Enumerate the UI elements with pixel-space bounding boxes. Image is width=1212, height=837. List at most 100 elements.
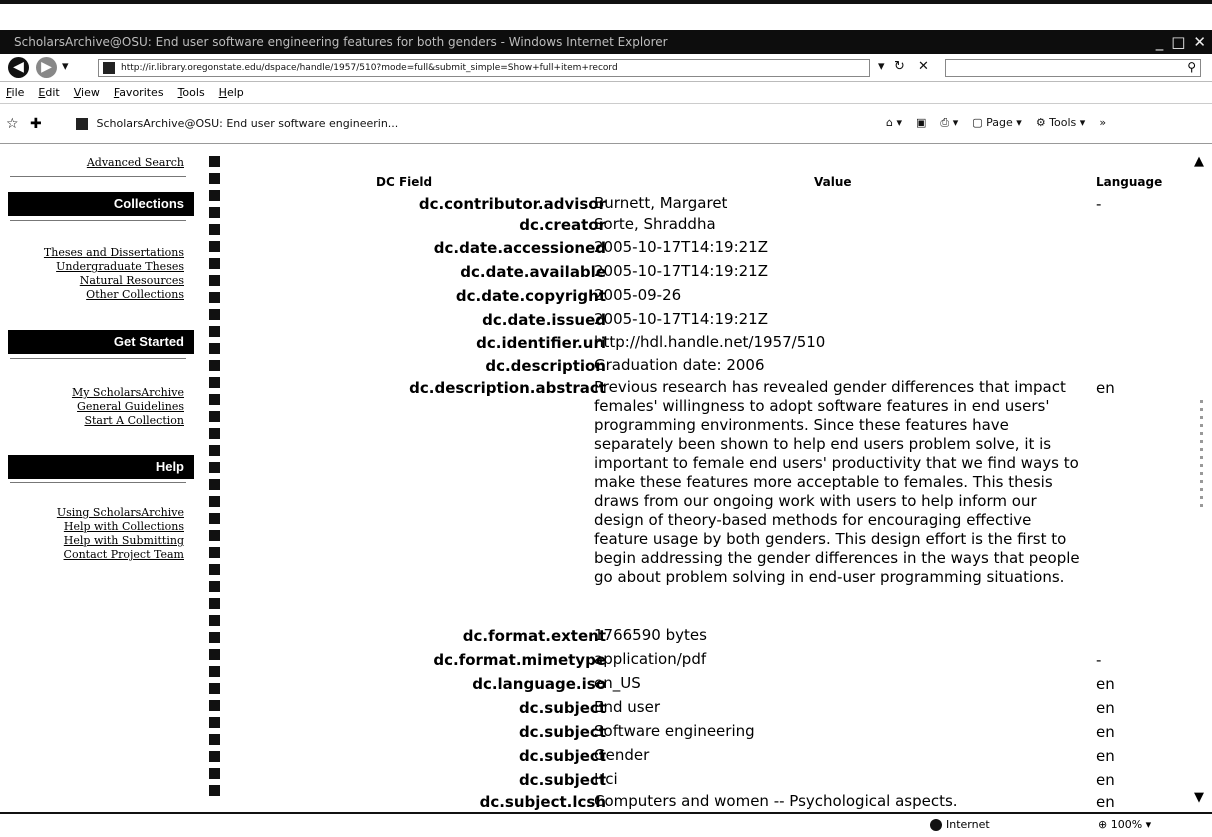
field-language: en [1096, 379, 1115, 397]
minimize-icon[interactable]: _ [1156, 30, 1164, 54]
page-menu-label: Page [986, 116, 1013, 129]
scroll-track[interactable] [1200, 400, 1203, 510]
field-name: dc.creator [519, 216, 606, 234]
square-bullet-icon [209, 700, 220, 711]
square-bullet-icon [209, 275, 220, 286]
sidebar-item-natural-resources[interactable]: Natural Resources [80, 274, 184, 287]
print-icon[interactable]: ⎙ ▾ [940, 116, 958, 130]
refresh-icon[interactable]: ↻ [894, 59, 905, 74]
square-bullet-icon [209, 445, 220, 456]
dotted-divider [206, 152, 222, 812]
sidebar-item-contact[interactable]: Contact Project Team [64, 548, 184, 561]
square-bullet-icon [209, 326, 220, 337]
feeds-icon[interactable]: ▣ [916, 116, 926, 130]
square-bullet-icon [209, 309, 220, 320]
add-favorite-icon[interactable]: ✚ [30, 116, 42, 132]
square-bullet-icon [209, 411, 220, 422]
column-header-language: Language [1096, 175, 1163, 189]
field-name: dc.format.mimetype [433, 651, 606, 669]
globe-icon [930, 819, 942, 831]
square-bullet-icon [209, 190, 220, 201]
field-value: Software engineering [594, 722, 755, 740]
sidebar-item-help-collections[interactable]: Help with Collections [64, 520, 184, 533]
sidebar-item-start-collection[interactable]: Start A Collection [84, 414, 184, 427]
stop-icon[interactable]: ✕ [918, 59, 929, 74]
menu-tools[interactable]: Tools [178, 82, 205, 103]
sidebar-item-using[interactable]: Using ScholarsArchive [57, 506, 184, 519]
field-language: en [1096, 699, 1115, 717]
window-titlebar: ScholarsArchive@OSU: End user software e… [0, 30, 1212, 54]
square-bullet-icon [209, 683, 220, 694]
sidebar-item-other-collections[interactable]: Other Collections [86, 288, 184, 301]
zoom-value: 100% [1110, 818, 1143, 831]
square-bullet-icon [209, 224, 220, 235]
field-name: dc.contributor.advisor [418, 195, 606, 213]
zone-label: Internet [946, 818, 990, 831]
forward-icon[interactable]: ▶ [36, 57, 57, 78]
square-bullet-icon [209, 394, 220, 405]
address-bar[interactable]: http://ir.library.oregonstate.edu/dspace… [98, 59, 870, 77]
back-icon[interactable]: ◀ [8, 57, 29, 78]
page-menu[interactable]: ▢ Page ▾ [972, 116, 1022, 130]
close-icon[interactable]: ✕ [1193, 30, 1206, 54]
field-value: Graduation date: 2006 [594, 356, 765, 374]
tab-current[interactable]: ScholarsArchive@OSU: End user software e… [76, 117, 398, 130]
home-icon[interactable]: ⌂ ▾ [886, 116, 902, 130]
tools-menu-label: Tools [1049, 116, 1077, 129]
status-bar: Internet ⊕ 100% ▾ [0, 812, 1212, 837]
sidebar: Advanced Search Collections Theses and D… [0, 150, 200, 810]
search-icon[interactable]: ⚲ [1187, 60, 1196, 74]
square-bullet-icon [209, 615, 220, 626]
field-name: dc.subject.lcsh [479, 793, 606, 811]
square-bullet-icon [209, 785, 220, 796]
square-bullet-icon [209, 598, 220, 609]
field-language: en [1096, 793, 1115, 811]
menu-view[interactable]: View [74, 82, 100, 103]
vertical-scrollbar[interactable]: ▲ ▼ [1194, 150, 1208, 812]
field-value: End user [594, 698, 660, 716]
field-name: dc.language.iso [472, 675, 606, 693]
tab-title: ScholarsArchive@OSU: End user software e… [96, 117, 399, 130]
window-title: ScholarsArchive@OSU: End user software e… [14, 35, 668, 49]
field-language: en [1096, 675, 1115, 693]
advanced-search-link[interactable]: Advanced Search [87, 156, 184, 169]
field-name: dc.subject [518, 747, 606, 765]
zoom-level[interactable]: ⊕ 100% ▾ [1098, 818, 1151, 831]
command-bar: ⌂ ▾ ▣ ⎙ ▾ ▢ Page ▾ ⚙ Tools ▾ » [886, 116, 1106, 130]
address-dropdown-icon[interactable]: ▾ [878, 59, 885, 74]
chevron-more-icon[interactable]: » [1099, 116, 1106, 130]
square-bullet-icon [209, 207, 220, 218]
sidebar-item-guidelines[interactable]: General Guidelines [77, 400, 184, 413]
tools-menu[interactable]: ⚙ Tools ▾ [1036, 116, 1086, 130]
square-bullet-icon [209, 173, 220, 184]
square-bullet-icon [209, 666, 220, 677]
menu-edit[interactable]: Edit [38, 82, 59, 103]
sidebar-item-undergraduate[interactable]: Undergraduate Theses [56, 260, 184, 273]
maximize-icon[interactable]: □ [1171, 30, 1185, 54]
field-value: 2005-10-17T14:19:21Z [594, 238, 768, 256]
square-bullet-icon [209, 530, 220, 541]
field-value: Sorte, Shraddha [594, 215, 716, 233]
menu-favorites[interactable]: Favorites [114, 82, 164, 103]
sidebar-item-theses[interactable]: Theses and Dissertations [44, 246, 184, 259]
square-bullet-icon [209, 768, 220, 779]
menu-file[interactable]: File [6, 82, 24, 103]
menu-help[interactable]: Help [219, 82, 244, 103]
sidebar-item-help-submitting[interactable]: Help with Submitting [64, 534, 184, 547]
tab-page-icon [76, 118, 88, 130]
divider [10, 220, 186, 221]
favorites-star-icon[interactable]: ☆ [6, 116, 19, 132]
scroll-up-icon[interactable]: ▲ [1194, 154, 1204, 169]
field-name: dc.description.abstract [409, 379, 606, 397]
search-input[interactable]: ⚲ [945, 59, 1201, 77]
field-language: - [1096, 651, 1102, 669]
field-name: dc.date.accessioned [433, 239, 606, 257]
scroll-down-icon[interactable]: ▼ [1194, 790, 1204, 805]
sidebar-item-my-scholarsarchive[interactable]: My ScholarsArchive [72, 386, 184, 399]
field-value: Previous research has revealed gender di… [594, 378, 1080, 586]
page-icon [103, 62, 115, 74]
dropdown-icon[interactable]: ▾ [62, 59, 69, 74]
field-value: 2005-10-17T14:19:21Z [594, 262, 768, 280]
field-value: http://hdl.handle.net/1957/510 [594, 333, 826, 351]
tab-bar: ☆ ✚ ScholarsArchive@OSU: End user softwa… [0, 104, 1212, 144]
